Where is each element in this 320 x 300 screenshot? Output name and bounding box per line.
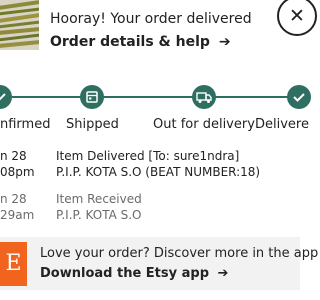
step-dot-shipped [80,85,104,109]
arrow-right-icon: ➔ [217,266,229,281]
arrow-right-icon: ➔ [218,34,231,50]
step-dot-out-for-delivery [192,85,216,109]
order-status-title: Hooray! Your order delivered [50,11,252,27]
progress-track [0,96,300,98]
checkmark-icon [0,93,6,101]
checkmark-icon [293,93,305,102]
etsy-logo: E [0,242,27,286]
step-label-confirmed: nfirmed [0,117,51,132]
timeline-location: P.I.P. KOTA S.O (BEAT NUMBER:18) [56,165,261,179]
step-dot-confirmed [0,85,12,109]
app-promo-banner[interactable] [0,237,300,290]
close-icon: ✕ [289,5,305,27]
timeline-location: P.I.P. KOTA S.O [56,208,142,222]
order-details-link-label: Order details & help [50,34,210,50]
timeline-event: Item Received [56,192,142,206]
timeline-event: Item Delivered [To: sure1ndra] [56,149,240,163]
timeline-time: 08pm [0,165,35,179]
shipping-box-icon [86,91,98,103]
download-app-link[interactable]: Download the Etsy app ➔ [40,266,228,281]
app-promo-text: Love your order? Discover more in the ap… [40,246,319,261]
timeline-date: n 28 [0,192,27,206]
step-label-shipped: Shipped [66,117,119,132]
step-label-delivered: Delivere [255,117,309,132]
delivery-truck-icon [196,92,212,103]
step-label-out-for-delivery: Out for delivery [153,117,255,132]
step-dot-delivered [287,85,311,109]
product-thumbnail [0,0,39,50]
timeline-date: n 28 [0,149,27,163]
timeline-time: 29am [0,208,35,222]
order-details-link[interactable]: Order details & help ➔ [50,34,231,50]
download-app-label: Download the Etsy app [40,266,210,281]
close-button[interactable]: ✕ [277,0,317,36]
